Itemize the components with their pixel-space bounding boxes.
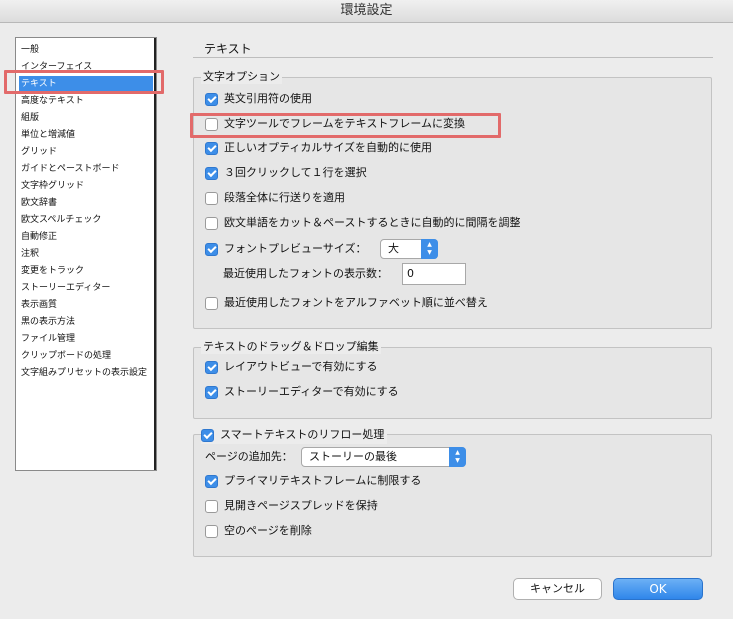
sidebar-item-mojikumi[interactable]: 文字組みプリセットの表示設定: [19, 365, 153, 382]
add-pages-value: ストーリーの最後: [309, 450, 397, 463]
cancel-button[interactable]: キャンセル: [513, 578, 602, 600]
font-preview-checkbox[interactable]: [205, 242, 218, 256]
triple-click-checkbox[interactable]: [205, 166, 218, 180]
char-options-legend: 文字オプション: [201, 70, 282, 84]
optical-size-row[interactable]: 正しいオプティカルサイズを自動的に使用: [205, 139, 432, 157]
sidebar-item-autocorrect[interactable]: 自動修正: [19, 229, 153, 246]
recent-fonts-input[interactable]: 0: [402, 263, 466, 285]
delete-empty-pages-row[interactable]: 空のページを削除: [205, 522, 312, 540]
font-preview-size-value: 大: [388, 242, 399, 255]
sidebar-item-grids[interactable]: グリッド: [19, 144, 153, 161]
preserve-spreads-label: 見開きページスプレッドを保持: [224, 499, 378, 512]
smart-reflow-checkbox[interactable]: [201, 428, 214, 442]
sidebar-item-general[interactable]: 一般: [19, 42, 153, 59]
layout-view-row[interactable]: レイアウトビューで有効にする: [205, 358, 377, 376]
story-editor-row[interactable]: ストーリーエディターで有効にする: [205, 383, 399, 401]
add-pages-select[interactable]: ストーリーの最後 ▲ ▼: [301, 447, 466, 467]
sidebar-item-advanced-type[interactable]: 高度なテキスト: [19, 93, 153, 110]
sort-recent-fonts-checkbox[interactable]: [205, 296, 218, 310]
window-title: 環境設定: [340, 3, 393, 18]
adjust-spacing-checkbox[interactable]: [205, 216, 218, 230]
apply-leading-label: 段落全体に行送りを適用: [224, 191, 345, 204]
sidebar-item-black-appearance[interactable]: 黒の表示方法: [19, 314, 153, 331]
story-editor-label: ストーリーエディターで有効にする: [224, 385, 399, 398]
story-editor-checkbox[interactable]: [205, 385, 218, 399]
sidebar-item-units[interactable]: 単位と増減値: [19, 127, 153, 144]
sidebar-item-dictionary[interactable]: 欧文辞書: [19, 195, 153, 212]
apply-leading-row[interactable]: 段落全体に行送りを適用: [205, 189, 345, 207]
limit-primary-checkbox[interactable]: [205, 474, 218, 488]
delete-empty-pages-label: 空のページを削除: [224, 524, 312, 537]
panel-title: テキスト: [204, 42, 252, 56]
type-tool-converts-highlight: [190, 113, 501, 138]
window-title-bar: 環境設定: [0, 0, 733, 23]
font-preview-size-select[interactable]: 大 ▲ ▼: [380, 239, 438, 259]
apply-leading-checkbox[interactable]: [205, 191, 218, 205]
adjust-spacing-label: 欧文単語をカット＆ペーストするときに自動的に間隔を調整: [224, 216, 521, 229]
ok-button[interactable]: OK: [613, 578, 703, 600]
recent-fonts-row: 最近使用したフォントの表示数：: [223, 265, 388, 283]
sort-recent-fonts-row[interactable]: 最近使用したフォントをアルファベット順に並べ替え: [205, 294, 488, 312]
layout-view-label: レイアウトビューで有効にする: [224, 360, 378, 373]
preserve-spreads-row[interactable]: 見開きページスプレッドを保持: [205, 497, 378, 515]
adjust-spacing-row[interactable]: 欧文単語をカット＆ペーストするときに自動的に間隔を調整: [205, 214, 520, 232]
sidebar-item-composition[interactable]: 組版: [19, 110, 153, 127]
add-pages-row: ページの追加先：: [205, 448, 293, 466]
font-preview-label: フォントプレビューサイズ：: [224, 242, 367, 255]
limit-primary-row[interactable]: プライマリテキストフレームに制限する: [205, 472, 421, 490]
sidebar-item-track-changes[interactable]: 変更をトラック: [19, 263, 153, 280]
sidebar-item-story-editor[interactable]: ストーリーエディター: [19, 280, 153, 297]
typographers-quotes-checkbox[interactable]: [205, 92, 218, 106]
limit-primary-label: プライマリテキストフレームに制限する: [224, 474, 422, 487]
preferences-sidebar: 一般 インターフェイス テキスト 高度なテキスト 組版 単位と増減値 グリッド …: [15, 37, 157, 471]
typographers-quotes-row[interactable]: 英文引用符の使用: [205, 90, 312, 108]
smart-reflow-legend: スマートテキストのリフロー処理: [220, 428, 385, 441]
sidebar-item-guides[interactable]: ガイドとペーストボード: [19, 161, 153, 178]
sidebar-item-file-handling[interactable]: ファイル管理: [19, 331, 153, 348]
preserve-spreads-checkbox[interactable]: [205, 499, 218, 513]
select-arrows-icon: ▲ ▼: [421, 239, 438, 259]
optical-size-checkbox[interactable]: [205, 141, 218, 155]
smart-reflow-legend-row[interactable]: スマートテキストのリフロー処理: [201, 426, 388, 444]
sidebar-item-display-perf[interactable]: 表示画質: [19, 297, 153, 314]
sidebar-selection-highlight: [4, 70, 164, 94]
delete-empty-pages-checkbox[interactable]: [205, 524, 218, 538]
select-arrows-icon: ▲ ▼: [449, 447, 466, 467]
font-preview-row[interactable]: フォントプレビューサイズ：: [205, 240, 366, 258]
triple-click-row[interactable]: ３回クリックして１行を選択: [205, 164, 367, 182]
sort-recent-fonts-label: 最近使用したフォントをアルファベット順に並べ替え: [224, 296, 488, 309]
drag-drop-legend: テキストのドラッグ＆ドロップ編集: [201, 340, 381, 354]
sidebar-item-frame-grid[interactable]: 文字枠グリッド: [19, 178, 153, 195]
add-pages-label: ページの追加先：: [205, 450, 293, 463]
layout-view-checkbox[interactable]: [205, 360, 218, 374]
sidebar-item-spelling[interactable]: 欧文スペルチェック: [19, 212, 153, 229]
typographers-quotes-label: 英文引用符の使用: [224, 92, 312, 105]
panel-title-divider: [193, 57, 713, 58]
recent-fonts-label: 最近使用したフォントの表示数：: [223, 267, 388, 280]
optical-size-label: 正しいオプティカルサイズを自動的に使用: [224, 141, 433, 154]
triple-click-label: ３回クリックして１行を選択: [224, 166, 367, 179]
sidebar-item-clipboard[interactable]: クリップボードの処理: [19, 348, 153, 365]
sidebar-item-notes[interactable]: 注釈: [19, 246, 153, 263]
